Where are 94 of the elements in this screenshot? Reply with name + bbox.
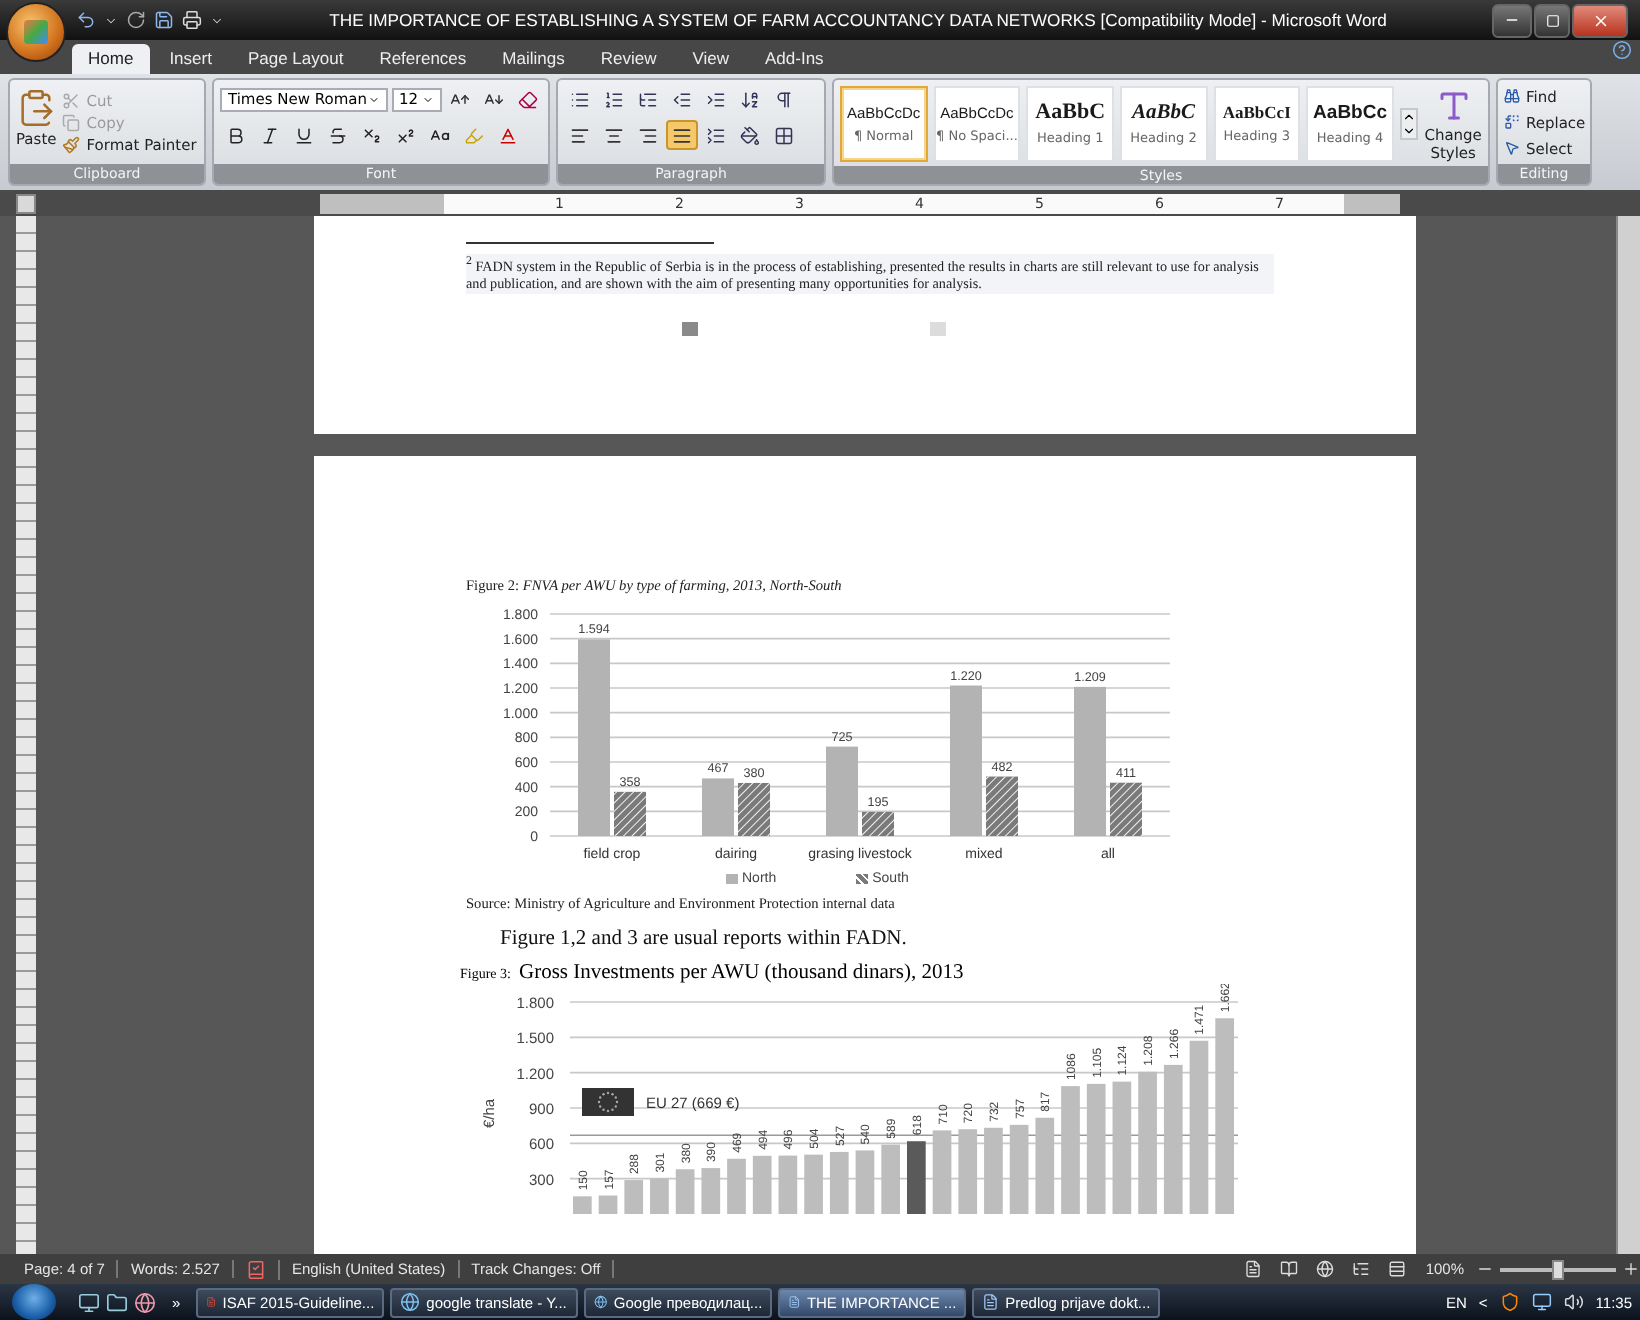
paintbrush-icon [62,135,81,153]
network-icon[interactable] [1531,1292,1552,1312]
save-icon[interactable] [154,10,174,30]
decrease-indent-icon[interactable] [672,89,692,109]
ribbon-tab[interactable]: Review [584,44,673,74]
customize-icon[interactable] [210,13,224,27]
flag-icon [582,1088,634,1116]
volume-icon[interactable] [1563,1292,1584,1312]
pointer-icon [1504,140,1520,156]
change-case-icon[interactable] [430,125,450,145]
bold-icon[interactable] [226,125,246,145]
ribbon-tab[interactable]: Mailings [486,44,581,74]
undo-icon[interactable] [76,10,96,30]
legend-swatch [930,322,946,337]
bar [598,1195,618,1214]
folder-icon[interactable] [106,1291,128,1313]
underline-icon[interactable] [294,125,314,145]
numbering-icon[interactable] [604,89,624,109]
align-icon [570,125,590,145]
copy-icon [62,113,81,131]
ribbon-tab[interactable]: Home [72,44,150,74]
start-button[interactable] [12,1284,56,1320]
caret-icon [421,93,434,105]
ribbon-tab[interactable]: Add-Ins [749,44,840,74]
proofing-icon[interactable] [245,1259,266,1279]
help-icon[interactable] [1612,40,1632,60]
superscript-icon[interactable] [396,125,416,145]
letter-icon [1435,88,1472,124]
font-color-icon[interactable] [498,125,518,145]
draft-icon[interactable] [1388,1260,1407,1278]
close-icon [1591,11,1609,29]
zoom-in-icon[interactable] [1622,1260,1640,1278]
shading-icon[interactable] [740,125,760,145]
legend-swatch [856,874,869,884]
scissors-icon [62,91,81,109]
document-icon [206,1292,217,1312]
ribbon-tab[interactable]: Insert [153,44,228,74]
scroll-up-icon [1401,109,1416,123]
globe-icon [400,1292,421,1312]
redo-icon[interactable] [126,10,146,30]
figure-title: Gross Investments per AWU (thousand dinars), 2013 [518,962,964,984]
borders-icon[interactable] [774,125,794,145]
ribbon-tab[interactable]: View [676,44,745,74]
legend-swatch [726,874,738,884]
shrink-font-icon[interactable] [483,89,504,109]
strikethrough-icon[interactable] [328,125,348,145]
clear-format-icon[interactable] [517,89,538,109]
sort-icon[interactable] [740,89,760,109]
align-icon [604,125,624,145]
bar [573,1196,592,1214]
bullets-icon[interactable] [570,89,590,109]
pilcrow-icon[interactable] [774,89,794,109]
line-spacing-icon[interactable] [706,125,726,145]
document-icon [982,1292,1000,1312]
maximize-button[interactable] [1534,3,1570,37]
align-icon [672,125,692,145]
scrollbar[interactable] [1616,216,1640,1254]
bar [826,746,858,836]
ribbon-tab[interactable]: References [363,44,483,74]
maximize-icon [1545,13,1559,27]
printer-icon[interactable] [182,10,202,30]
multilevel-list-icon[interactable] [638,89,658,109]
print-layout-icon[interactable] [1244,1260,1263,1278]
globe-icon[interactable] [134,1291,156,1313]
reading-layout-icon[interactable] [1280,1260,1299,1278]
bar [907,1141,926,1214]
office-button[interactable] [6,2,66,62]
legend-swatch [682,322,698,337]
caret-icon [367,93,380,105]
desktop-icon[interactable] [78,1291,100,1313]
ruler-toggle[interactable] [16,193,36,213]
slider-thumb[interactable] [1552,1259,1564,1279]
align-icon [638,125,658,145]
subscript-icon[interactable] [362,125,382,145]
caret-icon[interactable] [104,13,118,27]
shield-icon[interactable] [1499,1292,1520,1312]
ribbon-tab[interactable]: Page Layout [231,44,360,74]
align-button[interactable] [666,120,698,150]
document-icon [788,1292,801,1312]
replace-icon [1504,114,1520,130]
window-title: THE IMPORTANCE OF ESTABLISHING A SYSTEM OF FARM ACCOUNTANCY DATA NETWORKS [Compatibility Mode] - Microsoft Word [327,10,1389,30]
italic-icon[interactable] [260,125,280,145]
outline-icon[interactable] [1352,1260,1371,1278]
bar [702,778,734,836]
body-text: Figure 1,2 and 3 are usual reports within FADN. [500,928,909,950]
scroll-down-icon [1401,123,1416,137]
binoculars-icon [1504,88,1520,104]
web-layout-icon[interactable] [1316,1260,1335,1278]
grow-font-icon[interactable] [450,89,471,109]
globe-icon [594,1292,608,1312]
clipboard-icon [16,88,57,128]
close-button[interactable] [1572,3,1628,37]
increase-indent-icon[interactable] [706,89,726,109]
gallery-scrollbar[interactable] [1399,107,1419,139]
